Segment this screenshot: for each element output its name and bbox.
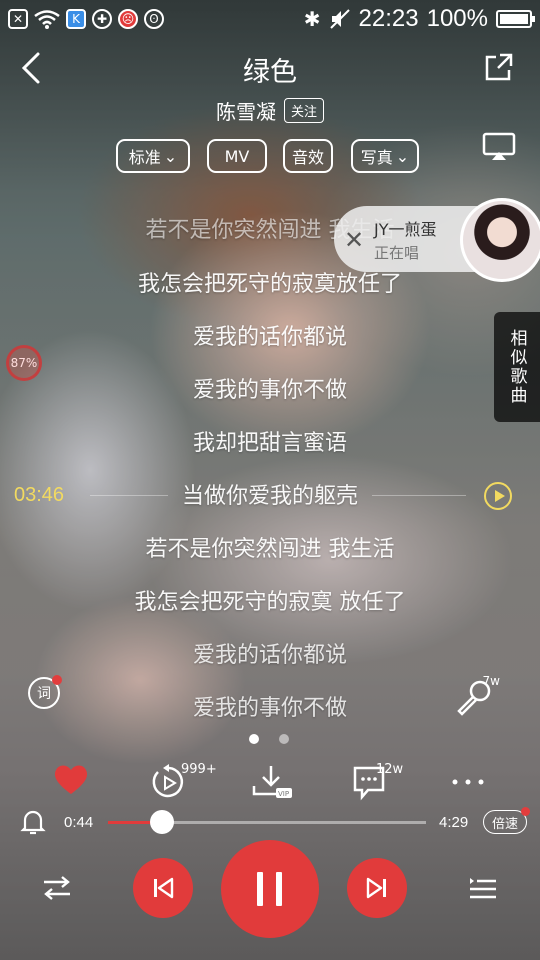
close-icon[interactable]: ✕ xyxy=(344,226,364,254)
lyric-line: 爱我的话你都说 xyxy=(192,325,347,350)
lyric-line-current: 当做你爱我的躯壳 xyxy=(181,484,358,509)
clock: 22:23 xyxy=(358,5,419,32)
bluetooth-icon: ✱ xyxy=(303,8,321,31)
chevron-down-icon: ⌄ xyxy=(395,146,410,166)
lyric-seek-line xyxy=(90,495,168,496)
page-dot-active xyxy=(249,734,259,744)
song-title: 绿色 xyxy=(243,57,297,88)
follow-button[interactable]: 关注 xyxy=(283,98,324,123)
status-bar: ✕ K ✚ ☹ ʘ ✱ 22:23 100% xyxy=(0,0,540,38)
speed-badge[interactable]: 87% xyxy=(6,345,42,381)
red-dot-badge xyxy=(521,807,530,816)
download-vip-icon[interactable]: VIP xyxy=(250,762,292,802)
mic-count: 7w xyxy=(482,674,500,688)
quality-select[interactable]: 标准 ⌄ xyxy=(116,139,190,173)
chevron-down-icon: ⌄ xyxy=(163,146,178,166)
singer-status: 正在唱 xyxy=(374,244,420,262)
quality-label: 标准 xyxy=(128,148,161,167)
photo-label: 写真 xyxy=(360,148,393,167)
artist-name[interactable]: 陈雪凝 xyxy=(216,96,276,125)
svg-text:VIP: VIP xyxy=(278,790,289,798)
battery-icon xyxy=(496,10,535,28)
playback-speed-button[interactable]: 倍速 xyxy=(483,807,530,834)
singer-avatar[interactable] xyxy=(460,198,540,282)
progress-slider[interactable] xyxy=(108,810,426,834)
next-button[interactable] xyxy=(347,858,407,918)
battery-percent: 100% xyxy=(426,5,488,32)
playlist-icon[interactable] xyxy=(468,874,498,902)
lyric-toggle-label: 词 xyxy=(37,686,51,702)
replay-count: 999+ xyxy=(181,762,217,777)
comment-count: 12w xyxy=(376,762,404,777)
lyric-seek-line xyxy=(372,495,466,496)
skip-next-icon xyxy=(366,877,386,899)
lyric-seek-time: 03:46 xyxy=(14,484,65,506)
page-dot xyxy=(279,734,289,744)
share-icon[interactable] xyxy=(484,52,514,82)
page-indicator xyxy=(249,734,289,744)
speed-label: 倍速 xyxy=(491,816,518,832)
red-dot-badge xyxy=(52,675,62,685)
sound-effect-label: 音效 xyxy=(291,148,324,167)
artist-row: 陈雪凝 关注 xyxy=(0,96,540,125)
owl-icon: ʘ xyxy=(144,9,164,29)
lyric-line: 若不是你突然闯进 我生活 xyxy=(145,537,395,562)
bell-icon[interactable] xyxy=(20,808,46,836)
like-heart-icon[interactable] xyxy=(52,762,90,796)
battery-fill xyxy=(500,14,528,24)
lyric-toggle-button[interactable]: 词 xyxy=(28,675,62,709)
wifi-icon xyxy=(34,10,60,29)
previous-button[interactable] xyxy=(133,858,193,918)
pause-icon xyxy=(257,872,282,906)
health-plus-icon: ✚ xyxy=(92,9,112,29)
lyric-line: 我却把甜言蜜语 xyxy=(192,431,347,456)
app-k-icon: K xyxy=(66,9,86,29)
sound-effect-button[interactable]: 音效 xyxy=(283,139,333,173)
duration: 4:29 xyxy=(439,814,469,831)
notification-x-icon: ✕ xyxy=(8,9,28,29)
mv-button[interactable]: MV xyxy=(207,139,267,173)
current-time: 0:44 xyxy=(64,814,94,831)
photo-select[interactable]: 写真 ⌄ xyxy=(351,139,419,173)
option-pills: 标准 ⌄ MV 音效 写真 ⌄ xyxy=(0,139,540,175)
mv-label: MV xyxy=(224,146,250,166)
lyric-line: 爱我的事你不做 xyxy=(192,378,347,403)
angry-face-icon: ☹ xyxy=(118,9,138,29)
lyric-line: 我怎会把死守的寂寞 放任了 xyxy=(134,590,406,615)
lyric-seek-play-icon[interactable] xyxy=(484,482,512,510)
singer-name: JY一煎蛋 xyxy=(374,220,437,239)
skip-previous-icon xyxy=(154,877,174,899)
pause-button[interactable] xyxy=(221,840,319,938)
floating-singer-card[interactable]: ✕ JY一煎蛋 正在唱 xyxy=(334,198,540,282)
progress-knob[interactable] xyxy=(150,810,175,834)
similar-songs-tab[interactable]: 相似歌曲 xyxy=(494,312,540,422)
lyric-line: 爱我的话你都说 xyxy=(192,643,347,668)
more-options-icon[interactable] xyxy=(448,762,488,802)
mute-icon xyxy=(329,9,350,29)
play-mode-icon[interactable] xyxy=(42,874,72,902)
